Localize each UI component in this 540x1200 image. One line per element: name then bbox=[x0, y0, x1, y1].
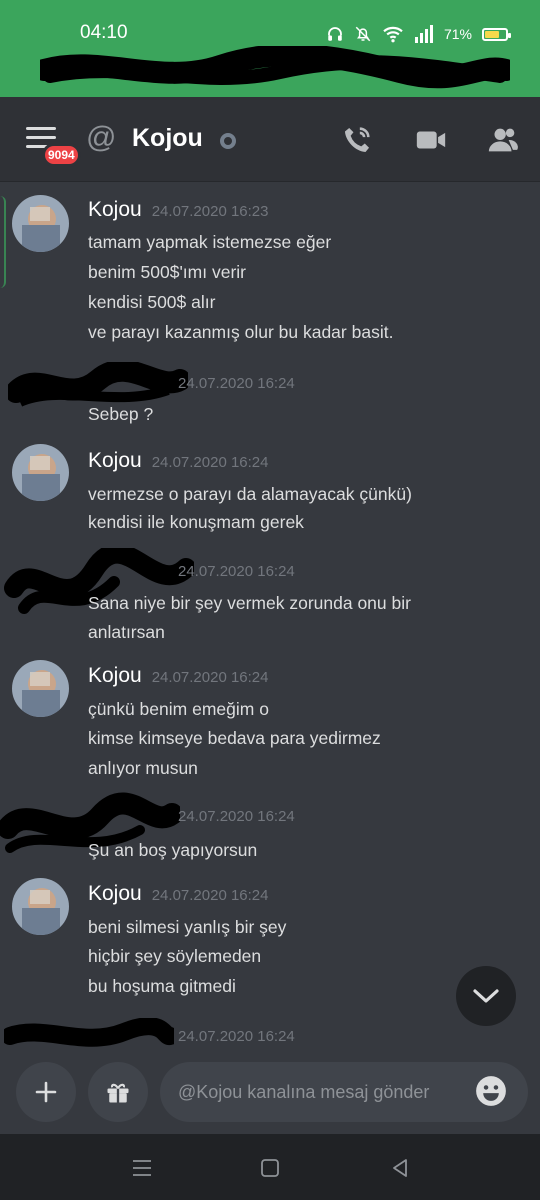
message-line: Sana niye bir şey vermek zorunda onu bir bbox=[88, 593, 411, 613]
message-author[interactable]: Kojou bbox=[88, 449, 142, 473]
status-bar: 04:10 71% bbox=[0, 0, 540, 97]
message-timestamp: 24.07.2020 16:24 bbox=[178, 808, 295, 825]
back-button[interactable] bbox=[386, 1154, 414, 1182]
message-timestamp: 24.07.2020 16:24 bbox=[178, 375, 295, 392]
video-icon[interactable] bbox=[414, 123, 448, 157]
menu-lines-icon bbox=[133, 1160, 151, 1176]
notification-badge: 9094 bbox=[42, 143, 81, 167]
message-input[interactable] bbox=[160, 1062, 528, 1122]
status-time: 04:10 bbox=[80, 22, 128, 43]
message-timestamp: 24.07.2020 16:24 bbox=[178, 563, 295, 580]
home-button[interactable] bbox=[256, 1154, 284, 1182]
status-icons: 71% bbox=[326, 22, 511, 46]
message-timestamp: 24.07.2020 16:24 bbox=[178, 1028, 295, 1045]
message-timestamp: 24.07.2020 16:24 bbox=[151, 669, 269, 686]
at-icon: @ bbox=[86, 121, 117, 154]
headphones-icon bbox=[328, 27, 342, 41]
message-line: hiçbir şey söylemeden bbox=[88, 946, 262, 966]
back-triangle-icon bbox=[393, 1159, 407, 1177]
channel-header: 9094 @ Kojou bbox=[0, 97, 540, 182]
signal-icon bbox=[414, 25, 433, 43]
channel-title[interactable]: Kojou bbox=[132, 124, 203, 153]
message-line: kimse kimseye bedava para yedirmez bbox=[88, 728, 381, 748]
plus-icon bbox=[35, 1081, 57, 1103]
message-line: benim 500$'ımı verir bbox=[88, 262, 246, 282]
battery-percent: 71% bbox=[443, 26, 472, 42]
message-line: çünkü benim emeğim o bbox=[88, 699, 269, 719]
add-attachment-button[interactable] bbox=[16, 1062, 76, 1122]
message-line: tamam yapmak istemezse eğer bbox=[88, 232, 332, 252]
message-line: bu hoşuma gitmedi bbox=[88, 976, 236, 996]
avatar[interactable] bbox=[12, 195, 69, 252]
message-line: Şu an boş yapıyorsun bbox=[88, 840, 258, 860]
avatar[interactable] bbox=[12, 878, 69, 935]
system-nav-bar bbox=[0, 1134, 540, 1200]
message-timestamp: 24.07.2020 16:23 bbox=[151, 203, 269, 220]
square-icon bbox=[261, 1159, 279, 1177]
bell-muted-icon bbox=[355, 26, 371, 42]
redacted-author bbox=[4, 1018, 174, 1047]
redacted-author bbox=[4, 548, 194, 614]
members-icon[interactable] bbox=[486, 123, 520, 157]
message-line: Sebep ? bbox=[88, 404, 154, 424]
message-line: beni silmesi yanlış bir şey bbox=[88, 917, 287, 937]
message-line: anlatırsan bbox=[88, 622, 165, 642]
recent-apps-button[interactable] bbox=[128, 1154, 156, 1182]
wifi-icon bbox=[383, 26, 403, 43]
message-line: kendisi 500$ alır bbox=[88, 292, 216, 312]
emoji-icon[interactable] bbox=[474, 1074, 508, 1108]
message-line: kendisi ile konuşmam gerek bbox=[88, 512, 304, 532]
message-line: anlıyor musun bbox=[88, 758, 198, 778]
message-line: vermezse o parayı da alamayacak çünkü) bbox=[88, 484, 412, 504]
message-author[interactable]: Kojou bbox=[88, 664, 142, 688]
message-timestamp: 24.07.2020 16:24 bbox=[151, 454, 269, 471]
status-dot bbox=[220, 133, 236, 149]
avatar[interactable] bbox=[12, 660, 69, 717]
message-author[interactable]: Kojou bbox=[88, 882, 142, 906]
gift-button[interactable] bbox=[88, 1062, 148, 1122]
redaction-scribble bbox=[40, 46, 510, 89]
scroll-to-bottom-button[interactable] bbox=[456, 966, 516, 1026]
battery-icon bbox=[482, 27, 511, 41]
avatar[interactable] bbox=[12, 444, 69, 501]
message-timestamp: 24.07.2020 16:24 bbox=[151, 887, 269, 904]
composer-bar bbox=[0, 1050, 540, 1134]
message-line: ve parayı kazanmış olur bu kadar basit. bbox=[88, 322, 394, 342]
unread-marker bbox=[0, 196, 6, 288]
message-author[interactable]: Kojou bbox=[88, 198, 142, 222]
call-icon[interactable] bbox=[340, 123, 374, 157]
gift-icon bbox=[107, 1083, 129, 1103]
battery-fill bbox=[485, 30, 499, 38]
chevron-down-icon bbox=[473, 989, 499, 1003]
